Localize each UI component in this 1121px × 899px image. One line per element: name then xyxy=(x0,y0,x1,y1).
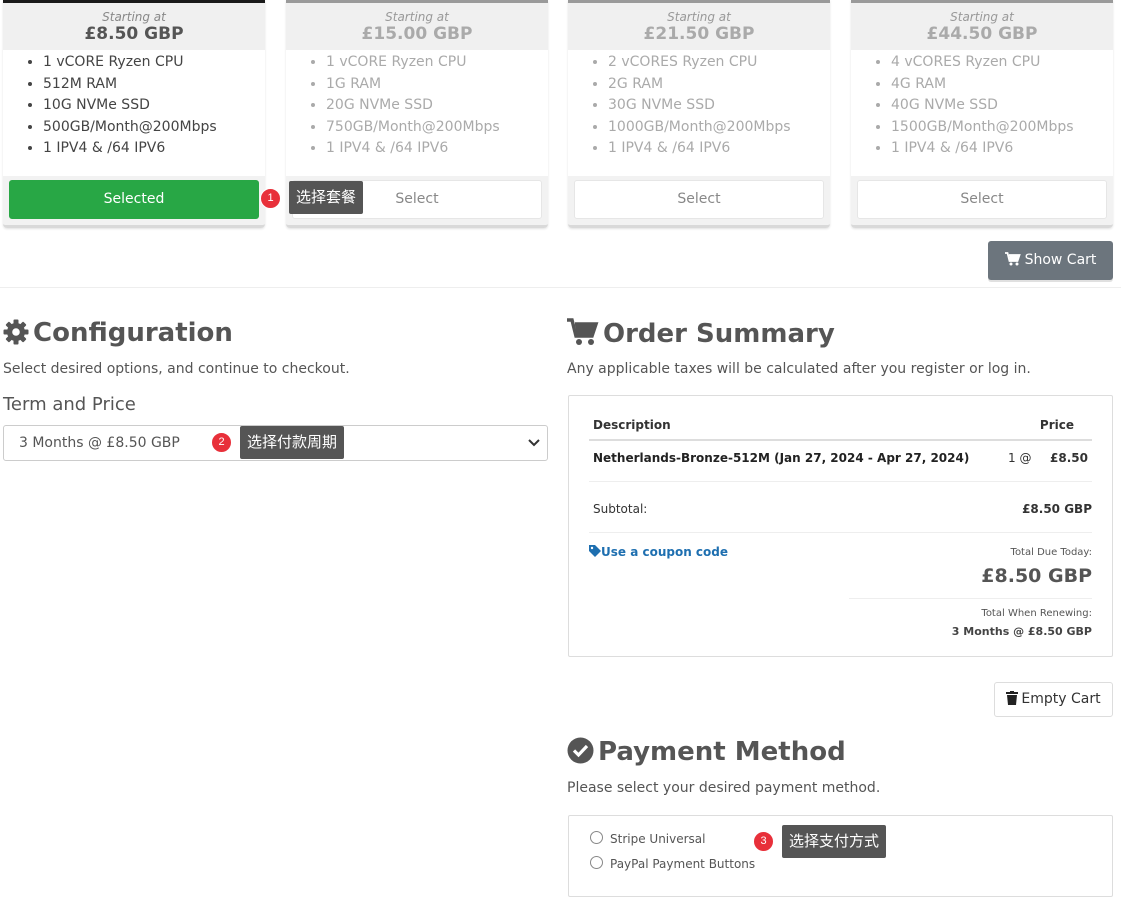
billing-cycle-value: 3 Months @ £8.50 GBP xyxy=(19,435,180,451)
configuration-heading: Configuration xyxy=(3,318,233,348)
step-badge-2: 2 xyxy=(211,432,232,453)
plan-feature: 2G RAM xyxy=(608,74,791,96)
plan-feature-list: 2 vCORES Ryzen CPU 2G RAM 30G NVMe SSD 1… xyxy=(568,52,791,160)
plan-starting-label: Starting at xyxy=(667,10,731,24)
plan-feature: 1000GB/Month@200Mbps xyxy=(608,117,791,139)
plan-feature: 1 vCORE Ryzen CPU xyxy=(326,52,500,74)
plan-starting-label: Starting at xyxy=(102,10,166,24)
renew-value: 3 Months @ £8.50 GBP xyxy=(951,625,1092,638)
plan-price: £44.50 GBP xyxy=(926,24,1038,44)
chevron-down-icon xyxy=(528,439,540,447)
order-summary-subtitle: Any applicable taxes will be calculated … xyxy=(567,361,1031,377)
gear-icon xyxy=(3,319,29,345)
payment-method-subtitle: Please select your desired payment metho… xyxy=(567,780,881,796)
show-cart-label: Show Cart xyxy=(1024,252,1097,268)
empty-cart-label: Empty Cart xyxy=(1021,691,1101,707)
plan-feature: 1G RAM xyxy=(326,74,500,96)
plan-card-header: Starting at £21.50 GBP xyxy=(568,3,830,50)
plan-feature: 30G NVMe SSD xyxy=(608,95,791,117)
plan-card-header: Starting at £8.50 GBP xyxy=(3,3,265,50)
plan-feature: 1 IPV4 & /64 IPV6 xyxy=(608,138,791,160)
total-due-label: Total Due Today: xyxy=(1010,547,1092,558)
item-quantity: 1 @ xyxy=(1008,451,1032,465)
cart-icon xyxy=(567,318,599,345)
step-tooltip-3: 选择支付方式 xyxy=(782,825,887,858)
coupon-link-label: Use a coupon code xyxy=(601,545,729,559)
section-divider xyxy=(0,287,1121,288)
renew-label: Total When Renewing: xyxy=(981,608,1092,619)
plan-feature: 512M RAM xyxy=(43,74,217,96)
plan-card-3[interactable]: Starting at £21.50 GBP 2 vCORES Ryzen CP… xyxy=(568,0,830,228)
trash-icon xyxy=(1006,691,1019,705)
header-divider xyxy=(589,439,1092,441)
plan-card-1[interactable]: Starting at £8.50 GBP 1 vCORE Ryzen CPU … xyxy=(3,0,265,228)
payment-method-title: Payment Method xyxy=(598,737,846,767)
plan-feature: 1500GB/Month@200Mbps xyxy=(891,117,1074,139)
coupon-link[interactable]: Use a coupon code xyxy=(589,545,728,559)
plan-feature: 4 vCORES Ryzen CPU xyxy=(891,52,1074,74)
item-name: Netherlands-Bronze-512M (Jan 27, 2024 - … xyxy=(593,451,970,465)
plan-feature: 1 IPV4 & /64 IPV6 xyxy=(326,138,500,160)
plan-feature: 20G NVMe SSD xyxy=(326,95,500,117)
plan-feature: 10G NVMe SSD xyxy=(43,95,217,117)
payment-method-heading: Payment Method xyxy=(567,737,846,767)
plan-card-header: Starting at £15.00 GBP xyxy=(286,3,548,50)
plan-feature: 1 IPV4 & /64 IPV6 xyxy=(891,138,1074,160)
payment-option-label[interactable]: PayPal Payment Buttons xyxy=(610,857,755,871)
row-divider xyxy=(589,481,1092,482)
plan-feature: 40G NVMe SSD xyxy=(891,95,1074,117)
cart-icon xyxy=(1004,252,1021,266)
payment-radio-paypal[interactable] xyxy=(590,856,603,869)
row-divider xyxy=(849,598,1092,599)
order-summary-heading: Order Summary xyxy=(567,318,835,349)
payment-option-label[interactable]: Stripe Universal xyxy=(610,832,705,846)
plan-feature: 1 IPV4 & /64 IPV6 xyxy=(43,138,217,160)
configuration-subtitle: Select desired options, and continue to … xyxy=(3,361,350,377)
step-tooltip-2: 选择付款周期 xyxy=(240,426,345,459)
plan-feature: 4G RAM xyxy=(891,74,1074,96)
plan-feature: 750GB/Month@200Mbps xyxy=(326,117,500,139)
col-description-header: Description xyxy=(593,418,671,432)
plan-select-button[interactable]: Select xyxy=(574,180,824,219)
plan-feature-list: 1 vCORE Ryzen CPU 1G RAM 20G NVMe SSD 75… xyxy=(286,52,500,160)
plan-card-header: Starting at £44.50 GBP xyxy=(851,3,1113,50)
check-circle-icon xyxy=(567,737,594,764)
plan-price: £21.50 GBP xyxy=(643,24,755,44)
plan-starting-label: Starting at xyxy=(385,10,449,24)
col-price-header: Price xyxy=(1039,418,1074,432)
plan-feature: 500GB/Month@200Mbps xyxy=(43,117,217,139)
tag-icon xyxy=(589,545,601,557)
subtotal-value: £8.50 GBP xyxy=(1022,502,1092,516)
plan-starting-label: Starting at xyxy=(950,10,1014,24)
plan-feature: 1 vCORE Ryzen CPU xyxy=(43,52,217,74)
plan-feature: 2 vCORES Ryzen CPU xyxy=(608,52,791,74)
plan-price: £15.00 GBP xyxy=(361,24,473,44)
plan-selected-button[interactable]: Selected xyxy=(9,180,259,219)
payment-radio-stripe[interactable] xyxy=(590,831,603,844)
plan-select-button[interactable]: Select xyxy=(857,180,1107,219)
subtotal-label: Subtotal: xyxy=(593,502,648,516)
item-price: £8.50 xyxy=(1050,451,1088,465)
plan-feature-list: 1 vCORE Ryzen CPU 512M RAM 10G NVMe SSD … xyxy=(3,52,217,160)
plan-feature-list: 4 vCORES Ryzen CPU 4G RAM 40G NVMe SSD 1… xyxy=(851,52,1074,160)
empty-cart-button[interactable]: Empty Cart xyxy=(994,682,1113,717)
show-cart-button[interactable]: Show Cart xyxy=(988,241,1113,280)
plan-price: £8.50 GBP xyxy=(84,24,184,44)
plan-card-4[interactable]: Starting at £44.50 GBP 4 vCORES Ryzen CP… xyxy=(851,0,1113,228)
configuration-title: Configuration xyxy=(33,318,233,348)
step-tooltip-1: 选择套餐 xyxy=(289,181,364,214)
total-due-value: £8.50 GBP xyxy=(981,565,1092,587)
order-summary-panel: Description Price Netherlands-Bronze-512… xyxy=(568,395,1113,657)
step-badge-3: 3 xyxy=(753,831,774,852)
row-divider xyxy=(589,532,1092,533)
order-summary-title: Order Summary xyxy=(603,319,835,349)
step-badge-1: 1 xyxy=(260,188,281,209)
term-price-label: Term and Price xyxy=(3,394,136,415)
